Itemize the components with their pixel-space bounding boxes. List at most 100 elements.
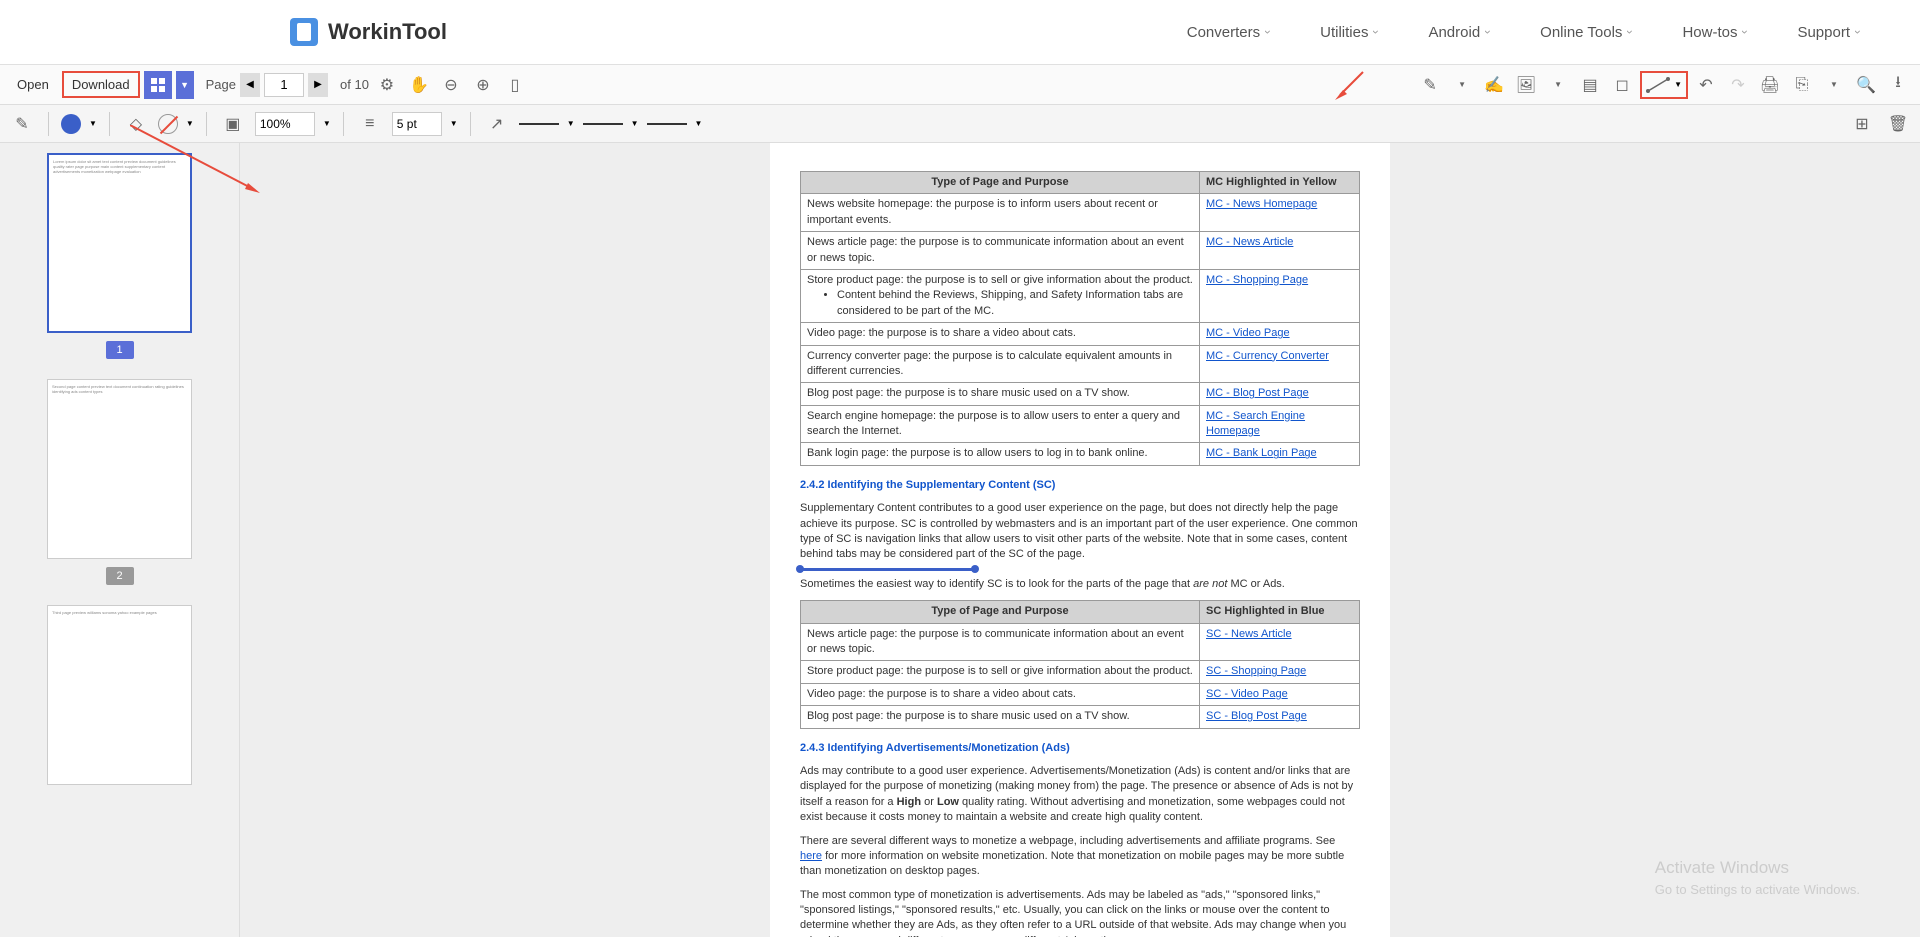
zoom-input[interactable] [255, 112, 315, 136]
nav-online-tools[interactable]: Online Tools [1540, 24, 1632, 41]
zoom-out-icon[interactable]: ⊖ [437, 71, 465, 99]
mc-link[interactable]: MC - Blog Post Page [1206, 387, 1309, 399]
sc-link[interactable]: SC - News Article [1206, 628, 1292, 640]
nav-android[interactable]: Android [1428, 24, 1490, 41]
logo-section: WorkinTool [290, 18, 447, 46]
no-fill-dropdown[interactable]: ▼ [186, 119, 194, 128]
line-end-style[interactable] [583, 123, 623, 125]
add-page-icon[interactable]: ⊞ [1848, 110, 1876, 138]
line-weight-input[interactable] [392, 112, 442, 136]
redo-icon[interactable]: ↷ [1724, 71, 1752, 99]
format-paint-icon[interactable]: ✎ [8, 110, 36, 138]
search-icon[interactable]: 🔍 [1852, 71, 1880, 99]
sc-link[interactable]: SC - Shopping Page [1206, 665, 1306, 677]
table1-header-1: Type of Page and Purpose [801, 172, 1200, 194]
thumbnail-panel: Lorem ipsum dolor sit amet text content … [0, 143, 240, 937]
mc-link[interactable]: MC - Shopping Page [1206, 274, 1308, 286]
main-toolbar: Open Download ▼ Page ◀ ▶ of 10 ⚙ ✋ ⊖ ⊕ ▯… [0, 65, 1920, 105]
line-start-style[interactable] [647, 123, 687, 125]
sc-para1: Supplementary Content contributes to a g… [800, 501, 1360, 563]
mc-link[interactable]: MC - Search Engine Homepage [1206, 410, 1305, 437]
thumbnail-num-1: 1 [106, 341, 134, 359]
here-link[interactable]: here [800, 850, 822, 862]
table-row: Blog post page: the purpose is to share … [801, 383, 1360, 405]
prev-page-button[interactable]: ◀ [240, 73, 260, 97]
table-row: News website homepage: the purpose is to… [801, 194, 1360, 232]
table1-header-2: MC Highlighted in Yellow [1200, 172, 1360, 194]
line-weight-icon[interactable]: ≡ [356, 110, 384, 138]
brand-name: WorkinTool [328, 19, 447, 45]
copy-icon[interactable]: ⎘ [1788, 71, 1816, 99]
table2-header-2: SC Highlighted in Blue [1200, 601, 1360, 623]
format-toolbar: ✎ ▼ ◇ ▼ ▣ ▼ ≡ ▼ ↗ ▼ ▼ ▼ ⊞ 🗑 [0, 105, 1920, 143]
note-icon[interactable]: ▤ [1576, 71, 1604, 99]
settings-icon[interactable]: ⚙ [373, 71, 401, 99]
page-number-input[interactable] [264, 73, 304, 97]
grid-dropdown[interactable]: ▼ [176, 71, 194, 99]
line-tool-button[interactable]: ▼ [1640, 71, 1688, 99]
table-row: Video page: the purpose is to share a vi… [801, 683, 1360, 705]
signature-icon[interactable]: ✍ [1480, 71, 1508, 99]
sc-link[interactable]: SC - Video Page [1206, 688, 1288, 700]
table-row: News article page: the purpose is to com… [801, 232, 1360, 270]
watermark-subtitle: Go to Settings to activate Windows. [1655, 882, 1860, 897]
bucket-icon[interactable]: ◇ [122, 110, 150, 138]
pen-tool-icon[interactable]: ✎ [1416, 71, 1444, 99]
zoom-dropdown[interactable]: ▼ [323, 119, 331, 128]
fill-color-button[interactable] [61, 114, 81, 134]
arrow-style-icon[interactable]: ↗ [483, 110, 511, 138]
mc-link[interactable]: MC - News Article [1206, 236, 1293, 248]
line-start-dropdown[interactable]: ▼ [695, 119, 703, 128]
nav-support[interactable]: Support [1797, 24, 1860, 41]
image-icon[interactable]: 🖼 [1512, 71, 1540, 99]
table-row: Video page: the purpose is to share a vi… [801, 323, 1360, 345]
no-fill-button[interactable] [158, 114, 178, 134]
layer-icon[interactable]: ▣ [219, 110, 247, 138]
sc-para2: Sometimes the easiest way to identify SC… [800, 577, 1360, 592]
watermark-title: Activate Windows [1655, 858, 1860, 878]
page-total: of 10 [340, 77, 369, 92]
print-icon[interactable]: 🖨 [1756, 71, 1784, 99]
drawn-line-annotation[interactable] [800, 565, 975, 569]
section-sc-header: 2.4.2 Identifying the Supplementary Cont… [800, 478, 1360, 493]
fit-page-icon[interactable]: ▯ [501, 71, 529, 99]
image-dropdown[interactable]: ▼ [1544, 71, 1572, 99]
windows-watermark: Activate Windows Go to Settings to activ… [1655, 858, 1860, 897]
mc-link[interactable]: MC - Video Page [1206, 327, 1290, 339]
undo-icon[interactable]: ↶ [1692, 71, 1720, 99]
open-button[interactable]: Open [8, 72, 58, 97]
mc-table: Type of Page and Purpose MC Highlighted … [800, 171, 1360, 466]
download-button[interactable]: Download [62, 71, 140, 98]
mc-link[interactable]: MC - Bank Login Page [1206, 447, 1317, 459]
solid-dropdown[interactable]: ▼ [567, 119, 575, 128]
mc-link[interactable]: MC - Currency Converter [1206, 350, 1329, 362]
page-content: Type of Page and Purpose MC Highlighted … [770, 143, 1390, 937]
zoom-in-icon[interactable]: ⊕ [469, 71, 497, 99]
line-end-dropdown[interactable]: ▼ [631, 119, 639, 128]
pen-dropdown[interactable]: ▼ [1448, 71, 1476, 99]
nav-how-tos[interactable]: How-tos [1682, 24, 1747, 41]
next-page-button[interactable]: ▶ [308, 73, 328, 97]
document-viewer[interactable]: Type of Page and Purpose MC Highlighted … [240, 143, 1920, 937]
thumbnail-2[interactable]: Second page content preview text documen… [10, 379, 229, 585]
fill-color-dropdown[interactable]: ▼ [89, 119, 97, 128]
table2-header-1: Type of Page and Purpose [801, 601, 1200, 623]
mc-link[interactable]: MC - News Homepage [1206, 198, 1317, 210]
thumbnail-3[interactable]: Third page preview williams sonoma yahoo… [10, 605, 229, 785]
nav-converters[interactable]: Converters [1187, 24, 1270, 41]
copy-dropdown[interactable]: ▼ [1820, 71, 1848, 99]
crop-icon[interactable]: ◻ [1608, 71, 1636, 99]
nav-menu: Converters Utilities Android Online Tool… [1187, 24, 1860, 41]
line-weight-dropdown[interactable]: ▼ [450, 119, 458, 128]
thumbnail-1[interactable]: Lorem ipsum dolor sit amet text content … [10, 153, 229, 359]
hand-tool-icon[interactable]: ✋ [405, 71, 433, 99]
sc-link[interactable]: SC - Blog Post Page [1206, 710, 1307, 722]
download-file-icon[interactable]: ⭳ [1884, 71, 1912, 99]
delete-icon[interactable]: 🗑 [1884, 110, 1912, 138]
table-row: Store product page: the purpose is to se… [801, 269, 1360, 322]
solid-line-style[interactable] [519, 123, 559, 125]
nav-utilities[interactable]: Utilities [1320, 24, 1378, 41]
table-row: Store product page: the purpose is to se… [801, 661, 1360, 683]
thumbnail-page-2: Second page content preview text documen… [47, 379, 192, 559]
grid-view-button[interactable] [144, 71, 172, 99]
